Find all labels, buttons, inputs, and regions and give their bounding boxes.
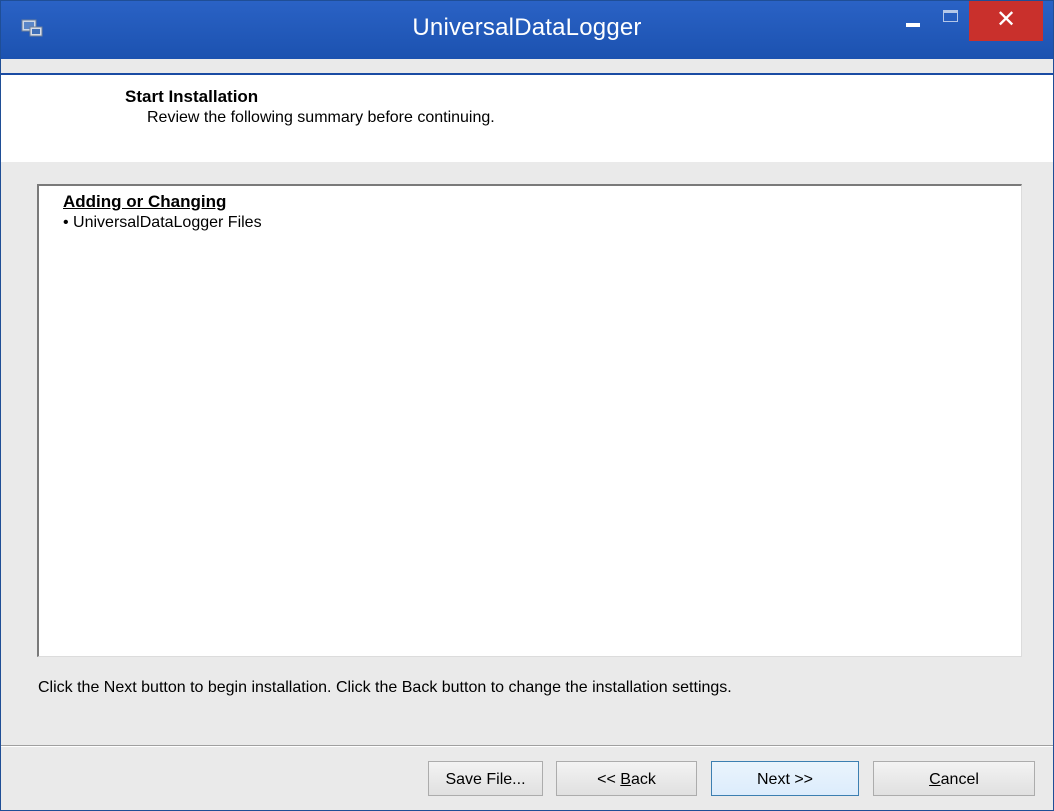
page-subtitle: Review the following summary before cont… [147,109,495,126]
page-title: Start Installation [125,87,259,106]
wizard-header: Start Installation Review the following … [1,73,1053,162]
back-button-label: ack [630,771,656,788]
minimize-icon [906,23,920,27]
installer-window: UniversalDataLogger ✕ Start Installation… [0,0,1054,811]
minimize-button[interactable] [894,1,932,41]
instruction-text: Click the Next button to begin installat… [38,679,732,696]
summary-heading: Adding or Changing [63,192,227,211]
button-separator [1,745,1053,747]
back-button-prefix: << [597,771,621,788]
close-button[interactable]: ✕ [969,1,1043,41]
summary-item: • UniversalDataLogger Files [63,214,262,231]
title-bar[interactable]: UniversalDataLogger ✕ [1,1,1053,59]
back-button[interactable]: << Back [556,761,697,796]
close-icon: ✕ [995,5,1017,33]
maximize-button[interactable] [932,1,968,41]
cancel-button-label: ancel [940,771,979,788]
cancel-button[interactable]: Cancel [873,761,1035,796]
save-file-button[interactable]: Save File... [428,761,543,796]
back-button-mnemonic: B [620,771,631,788]
maximize-icon [943,10,958,22]
cancel-button-mnemonic: C [929,771,941,788]
next-button[interactable]: Next >> [711,761,859,796]
summary-box[interactable]: Adding or Changing • UniversalDataLogger… [37,184,1022,657]
